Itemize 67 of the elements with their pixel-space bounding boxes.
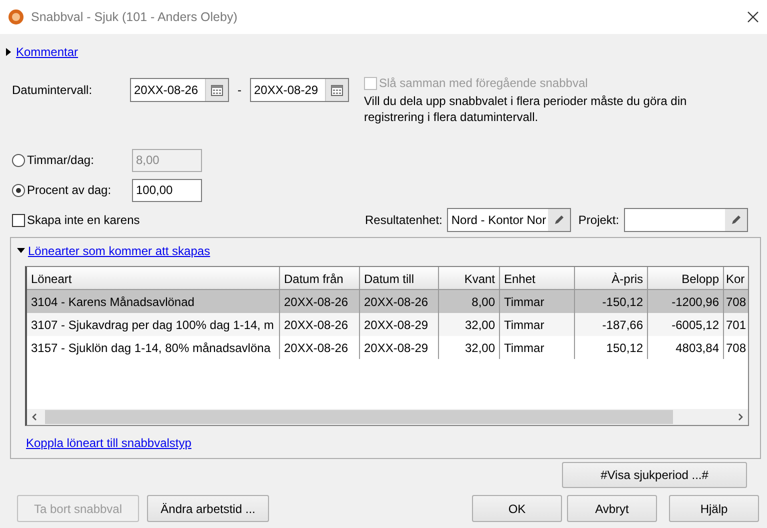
- section-link[interactable]: Lönearter som kommer att skapas: [28, 244, 210, 258]
- table-cell[interactable]: 708: [724, 336, 748, 359]
- radio-button[interactable]: [12, 154, 25, 166]
- expand-triangle-icon[interactable]: [5, 48, 13, 56]
- dialog-button[interactable]: Avbryt: [567, 495, 657, 522]
- option-label: Procent av dag:: [27, 183, 112, 197]
- column-header[interactable]: Enhet: [500, 267, 575, 290]
- column-header[interactable]: À-pris: [575, 267, 648, 290]
- comment-link[interactable]: Kommentar: [16, 45, 78, 59]
- table-cell[interactable]: 8,00: [439, 290, 500, 313]
- date-to-field[interactable]: 20XX-08-29: [250, 78, 349, 102]
- table-cell[interactable]: 20XX-08-26: [280, 336, 360, 359]
- merge-checkbox-label: Slå samman med föregående snabbval: [379, 76, 588, 90]
- calendar-icon: [331, 84, 343, 96]
- table-cell[interactable]: 3107 - Sjukavdrag per dag 100% dag 1-14, m: [27, 313, 280, 336]
- option-label: Timmar/dag:: [27, 153, 95, 167]
- calendar-icon: [211, 84, 223, 96]
- table-cell[interactable]: -6005,12: [648, 313, 724, 336]
- checkbox-label: Skapa inte en karens: [27, 213, 141, 227]
- result-unit-label: Resultatenhet:: [365, 213, 442, 227]
- table-cell[interactable]: 20XX-08-26: [280, 290, 360, 313]
- column-header[interactable]: Belopp: [648, 267, 724, 290]
- table-cell[interactable]: 150,12: [575, 336, 648, 359]
- pencil-icon: [553, 214, 566, 226]
- pencil-icon: [730, 214, 742, 226]
- column-header[interactable]: Kvant: [439, 267, 500, 290]
- radio-button[interactable]: [12, 184, 25, 196]
- app-logo-icon: [8, 9, 24, 25]
- table-cell[interactable]: 32,00: [439, 336, 500, 359]
- link[interactable]: Koppla löneart till snabbvalstyp: [26, 436, 192, 450]
- dialog-button[interactable]: Ändra arbetstid ...: [147, 495, 269, 522]
- table-cell[interactable]: 4803,84: [648, 336, 724, 359]
- project-label: Projekt:: [578, 213, 620, 227]
- range-separator: -: [236, 82, 242, 97]
- date-range-label: Datumintervall:: [11, 82, 94, 99]
- table-cell[interactable]: Timmar: [500, 313, 575, 336]
- collapse-triangle-icon[interactable]: [17, 247, 25, 255]
- table-cell[interactable]: 708: [724, 290, 748, 313]
- table-cell[interactable]: 20XX-08-29: [360, 313, 439, 336]
- close-icon[interactable]: [747, 11, 759, 23]
- table-cell[interactable]: 32,00: [439, 313, 500, 336]
- column-header[interactable]: Löneart: [27, 267, 280, 290]
- table-cell[interactable]: -150,12: [575, 290, 648, 313]
- checkbox[interactable]: [12, 214, 25, 226]
- dialog-button[interactable]: Hjälp: [669, 495, 759, 522]
- date-from-field[interactable]: 20XX-08-26: [130, 78, 229, 102]
- table-cell[interactable]: Timmar: [500, 290, 575, 313]
- dialog-button[interactable]: OK: [472, 495, 562, 522]
- table-cell[interactable]: 20XX-08-26: [360, 290, 439, 313]
- dialog-button[interactable]: #Visa sjukperiod ...#: [562, 462, 747, 488]
- table-cell[interactable]: -187,66: [575, 313, 648, 336]
- table-cell[interactable]: -1200,96: [648, 290, 724, 313]
- table-cell[interactable]: 701: [724, 313, 748, 336]
- column-header[interactable]: Datum från: [280, 267, 360, 290]
- column-header[interactable]: Kor: [724, 267, 748, 290]
- table-cell[interactable]: Timmar: [500, 336, 575, 359]
- table-cell[interactable]: 3157 - Sjuklön dag 1-14, 80% månadsavlöna: [27, 336, 280, 359]
- table-cell[interactable]: 20XX-08-26: [280, 313, 360, 336]
- info-note: Vill du dela upp snabbvalet i flera perioder måste du göra din registrering i flera datumintervall.: [364, 93, 688, 125]
- window-title: Snabbval - Sjuk (101 - Anders Oleby): [31, 10, 238, 24]
- result-unit-field[interactable]: Nord - Kontor Nor: [447, 208, 572, 232]
- table-cell[interactable]: 20XX-08-29: [360, 336, 439, 359]
- project-field[interactable]: [624, 208, 748, 232]
- amount-field[interactable]: 100,00: [132, 178, 202, 202]
- column-header[interactable]: Datum till: [360, 267, 439, 290]
- table-cell[interactable]: 3104 - Karens Månadsavlönad: [27, 290, 280, 313]
- horizontal-scrollbar[interactable]: [27, 409, 748, 425]
